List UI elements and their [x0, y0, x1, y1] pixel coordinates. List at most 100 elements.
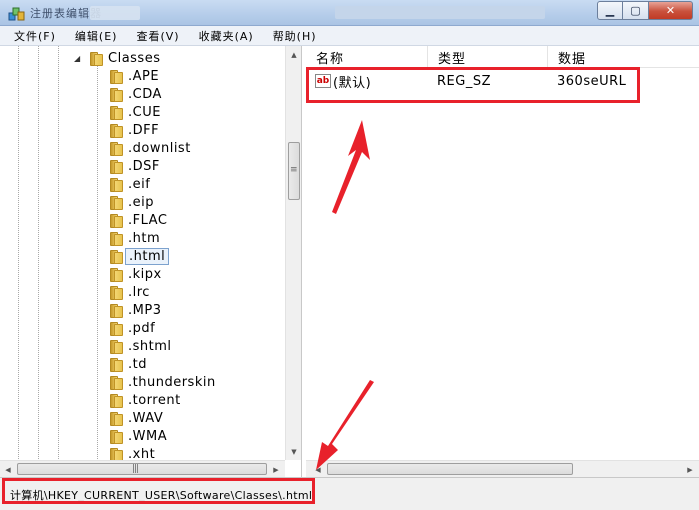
tree-item-label: .WAV [128, 410, 164, 426]
scroll-left-arrow-icon[interactable]: ◀ [0, 461, 16, 477]
tree-item[interactable]: .eif [108, 175, 153, 193]
column-header-data[interactable]: 数据 [548, 46, 699, 68]
window-controls: ▁ ▢ ✕ [597, 1, 693, 20]
folder-icon [108, 195, 123, 210]
list-header: 名称 类型 数据 [306, 46, 699, 68]
scroll-right-arrow-icon[interactable]: ▶ [268, 461, 284, 477]
tree-item-label: .lrc [128, 284, 150, 300]
tree-item[interactable]: .MP3 [108, 301, 164, 319]
folder-icon [108, 249, 123, 264]
menu-file[interactable]: 文件(F) [14, 28, 56, 44]
tree-item-label: .eip [128, 194, 154, 210]
maximize-button[interactable]: ▢ [623, 1, 649, 20]
tree-item[interactable]: .kipx [108, 265, 165, 283]
folder-icon [108, 87, 123, 102]
tree-guide-line [97, 64, 98, 463]
folder-icon [108, 177, 123, 192]
title-blur-decoration-2 [335, 6, 545, 19]
highlight-box-path [2, 478, 315, 504]
tree-item-label: .eif [128, 176, 151, 192]
tree-item[interactable]: .pdf [108, 319, 158, 337]
tree-item[interactable]: .WMA [108, 427, 170, 445]
tree-item-label: .kipx [128, 266, 162, 282]
tree-item[interactable]: .WAV [108, 409, 166, 427]
tree-item[interactable]: .thunderskin [108, 373, 219, 391]
folder-icon [108, 105, 123, 120]
column-header-name[interactable]: 名称 [306, 46, 428, 68]
grip-icon: ||| [132, 464, 139, 474]
scrollbar-thumb[interactable]: ≡ [288, 142, 300, 200]
tree-item[interactable]: .APE [108, 67, 162, 85]
tree-item[interactable]: .FLAC [108, 211, 170, 229]
tree-item[interactable]: .lrc [108, 283, 153, 301]
scroll-right-arrow-icon[interactable]: ▶ [682, 461, 698, 478]
minimize-button[interactable]: ▁ [597, 1, 623, 20]
tree-item[interactable]: .eip [108, 193, 157, 211]
folder-icon [108, 69, 123, 84]
folder-icon [108, 231, 123, 246]
folder-icon [108, 393, 123, 408]
tree-item[interactable]: .td [108, 355, 150, 373]
tree-item-label: .shtml [128, 338, 172, 354]
tree-item[interactable]: .htm [108, 229, 163, 247]
folder-icon [108, 213, 123, 228]
tree-item[interactable]: .CUE [108, 103, 164, 121]
tree-horizontal-scrollbar[interactable]: ◀ ||| ▶ [0, 460, 285, 477]
title-bar: 注册表编辑器 ▁ ▢ ✕ [0, 0, 699, 26]
tree-item-label: .td [128, 356, 147, 372]
tree-item-label: .pdf [128, 320, 156, 336]
tree-item-label: .CDA [128, 86, 162, 102]
folder-icon [108, 123, 123, 138]
tree-item-label: .html [125, 247, 170, 265]
tree-guide-line [18, 46, 19, 463]
tree-item-label: .thunderskin [128, 374, 216, 390]
grip-icon: ≡ [290, 165, 297, 175]
tree-item-label: .htm [128, 230, 161, 246]
tree-item-label: .downlist [128, 140, 191, 156]
scrollbar-thumb[interactable]: ||| [17, 463, 267, 475]
collapse-icon[interactable]: ◢ [74, 54, 84, 63]
highlight-box-value [306, 67, 640, 103]
tree-item-label: .DSF [128, 158, 160, 174]
tree-item[interactable]: .downlist [108, 139, 194, 157]
tree-item[interactable]: .DSF [108, 157, 163, 175]
column-header-type[interactable]: 类型 [428, 46, 548, 68]
maximize-icon: ▢ [630, 4, 641, 17]
tree-item-label: .APE [128, 68, 160, 84]
menu-view[interactable]: 查看(V) [136, 28, 179, 44]
tree-item[interactable]: .html [108, 247, 170, 265]
folder-icon [108, 339, 123, 354]
close-icon: ✕ [665, 4, 676, 17]
folder-icon [88, 51, 103, 66]
tree-item[interactable]: .torrent [108, 391, 184, 409]
scroll-down-arrow-icon[interactable]: ▼ [286, 443, 301, 460]
close-button[interactable]: ✕ [649, 1, 693, 20]
menu-bar: 文件(F) 编辑(E) 查看(V) 收藏夹(A) 帮助(H) [0, 26, 699, 46]
folder-icon [108, 285, 123, 300]
tree-vertical-scrollbar[interactable]: ▲ ≡ ▼ [285, 46, 301, 460]
tree-item-label: Classes [108, 50, 161, 66]
folder-icon [108, 411, 123, 426]
menu-favorites[interactable]: 收藏夹(A) [199, 28, 254, 44]
minimize-icon: ▁ [605, 4, 615, 17]
tree-item[interactable]: .shtml [108, 337, 175, 355]
tree-guide-line [58, 46, 59, 463]
tree-item[interactable]: .CDA [108, 85, 165, 103]
tree-item-label: .CUE [128, 104, 161, 120]
regedit-app-icon [8, 7, 25, 21]
tree-item-classes[interactable]: ◢ Classes [74, 49, 163, 67]
folder-icon [108, 141, 123, 156]
tree-item[interactable]: .DFF [108, 121, 162, 139]
menu-help[interactable]: 帮助(H) [273, 28, 317, 44]
folder-icon [108, 375, 123, 390]
menu-edit[interactable]: 编辑(E) [75, 28, 118, 44]
annotation-arrow-down [316, 380, 374, 470]
folder-icon [108, 357, 123, 372]
tree-item-label: .torrent [128, 392, 181, 408]
tree-item-label: .DFF [128, 122, 160, 138]
tree-guide-line [38, 46, 39, 463]
tree-item-label: .MP3 [128, 302, 162, 318]
registry-tree[interactable]: ◢ Classes .APE .CDA .CUE .DFF .downlist .DSF.… [0, 46, 302, 477]
scroll-up-arrow-icon[interactable]: ▲ [286, 46, 301, 63]
folder-icon [108, 321, 123, 336]
